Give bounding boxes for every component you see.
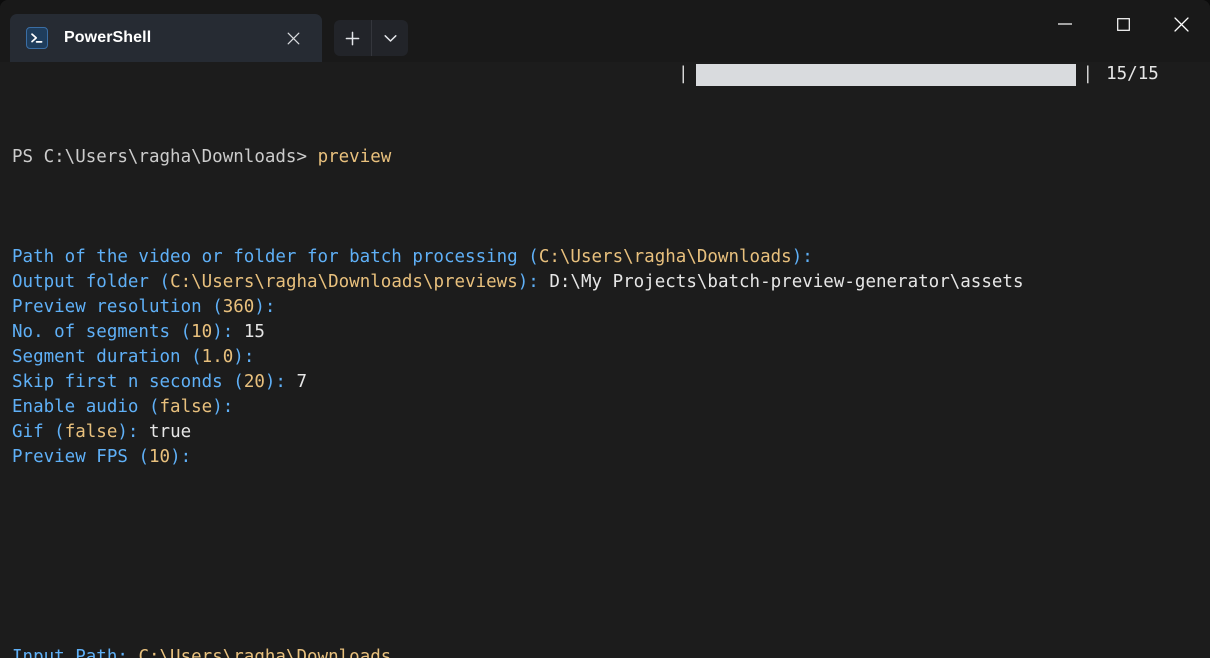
paren-close: ): bbox=[212, 397, 234, 417]
paren-open: ( bbox=[54, 422, 65, 442]
summary-value: C:\Users\ragha\Downloads bbox=[138, 647, 392, 658]
paren-close: ): bbox=[517, 272, 539, 292]
progress-right-pipe: | bbox=[1082, 64, 1094, 84]
prompt-line: Gif (false): true bbox=[12, 420, 1210, 445]
tab-powershell[interactable]: PowerShell bbox=[10, 14, 322, 62]
prompt-label: Segment duration bbox=[12, 347, 192, 367]
summary-line: Input Path: C:\Users\ragha\Downloads bbox=[12, 645, 1210, 658]
close-icon[interactable] bbox=[278, 23, 308, 53]
prompt-default-value: 20 bbox=[243, 372, 265, 392]
prompt-label: Preview FPS bbox=[12, 447, 139, 467]
prompt-default-value: false bbox=[159, 397, 213, 417]
prompt-label: Output folder bbox=[12, 272, 160, 292]
new-tab-button[interactable] bbox=[334, 20, 371, 56]
command-text: preview bbox=[317, 147, 392, 167]
progress-track bbox=[695, 63, 1076, 86]
chevron-down-icon[interactable] bbox=[371, 20, 408, 56]
prompt-user-input: 15 bbox=[233, 322, 265, 342]
progress-left-pipe: | bbox=[678, 64, 689, 84]
terminal-output[interactable]: PS C:\Users\ragha\Downloads> preview Pat… bbox=[0, 62, 1210, 658]
prompt-line: Path of the video or folder for batch pr… bbox=[12, 245, 1210, 270]
paren-open: ( bbox=[180, 322, 192, 342]
prompt-line: Preview FPS (10): bbox=[12, 445, 1210, 470]
prompt-default-value: 10 bbox=[148, 447, 171, 467]
prompt-label: Path of the video or folder for batch pr… bbox=[12, 247, 529, 267]
progress-fill bbox=[695, 63, 1076, 86]
title-bar: PowerShell bbox=[0, 0, 1210, 62]
prompt-default-value: 360 bbox=[222, 297, 255, 317]
paren-open: ( bbox=[233, 372, 244, 392]
prompt-label: Skip first n seconds bbox=[12, 372, 234, 392]
prompt-line: Output folder (C:\Users\ragha\Downloads\… bbox=[12, 270, 1210, 295]
tab-strip: PowerShell bbox=[0, 0, 408, 62]
terminal-window: PowerShell PS C:\Users\ragha\Downloads> … bbox=[0, 0, 1210, 658]
window-controls bbox=[1036, 0, 1210, 48]
paren-open: ( bbox=[159, 272, 171, 292]
paren-close: ): bbox=[170, 447, 192, 467]
paren-open: ( bbox=[138, 447, 149, 467]
prompt-default-value: C:\Users\ragha\Downloads bbox=[538, 247, 792, 267]
paren-open: ( bbox=[148, 397, 160, 417]
paren-open: ( bbox=[212, 297, 223, 317]
paren-close: ): bbox=[212, 322, 234, 342]
maximize-button[interactable] bbox=[1094, 0, 1152, 48]
paren-open: ( bbox=[528, 247, 539, 267]
prompt-user-input: 7 bbox=[285, 372, 308, 392]
shell-prompt: PS C:\Users\ragha\Downloads> bbox=[12, 147, 308, 167]
paren-open: ( bbox=[191, 347, 202, 367]
prompt-default-value: 1.0 bbox=[201, 347, 234, 367]
progress-bar: | | 15/15 bbox=[678, 62, 1159, 87]
prompt-default-value: 10 bbox=[191, 322, 213, 342]
interactive-prompt-list: Path of the video or folder for batch pr… bbox=[12, 245, 1210, 470]
prompt-line: Enable audio (false): bbox=[12, 395, 1210, 420]
close-button[interactable] bbox=[1152, 0, 1210, 48]
prompt-label: Enable audio bbox=[12, 397, 149, 417]
summary-label: Input Path: bbox=[12, 647, 139, 658]
prompt-label: No. of segments bbox=[12, 322, 181, 342]
prompt-line: Skip first n seconds (20): 7 bbox=[12, 370, 1210, 395]
prompt-line: No. of segments (10): 15 bbox=[12, 320, 1210, 345]
command-line: PS C:\Users\ragha\Downloads> preview bbox=[12, 145, 1210, 170]
prompt-user-input: true bbox=[138, 422, 192, 442]
summary-list: Input Path: C:\Users\ragha\DownloadsOutp… bbox=[12, 645, 1210, 658]
prompt-label: Gif bbox=[12, 422, 55, 442]
progress-count: 15/15 bbox=[1106, 64, 1159, 84]
paren-close: ): bbox=[117, 422, 139, 442]
powershell-prompt-icon bbox=[26, 27, 48, 49]
prompt-line: Segment duration (1.0): bbox=[12, 345, 1210, 370]
tab-title: PowerShell bbox=[64, 29, 152, 46]
paren-close: ): bbox=[233, 347, 255, 367]
prompt-default-value: false bbox=[64, 422, 118, 442]
prompt-default-value: C:\Users\ragha\Downloads\previews bbox=[170, 272, 518, 292]
minimize-button[interactable] bbox=[1036, 0, 1094, 48]
prompt-line: Preview resolution (360): bbox=[12, 295, 1210, 320]
paren-close: ): bbox=[254, 297, 276, 317]
prompt-user-input: D:\My Projects\batch-preview-generator\a… bbox=[538, 272, 1024, 292]
prompt-label: Preview resolution bbox=[12, 297, 213, 317]
paren-close: ): bbox=[264, 372, 286, 392]
new-tab-group bbox=[334, 20, 408, 56]
paren-close: ): bbox=[791, 247, 813, 267]
